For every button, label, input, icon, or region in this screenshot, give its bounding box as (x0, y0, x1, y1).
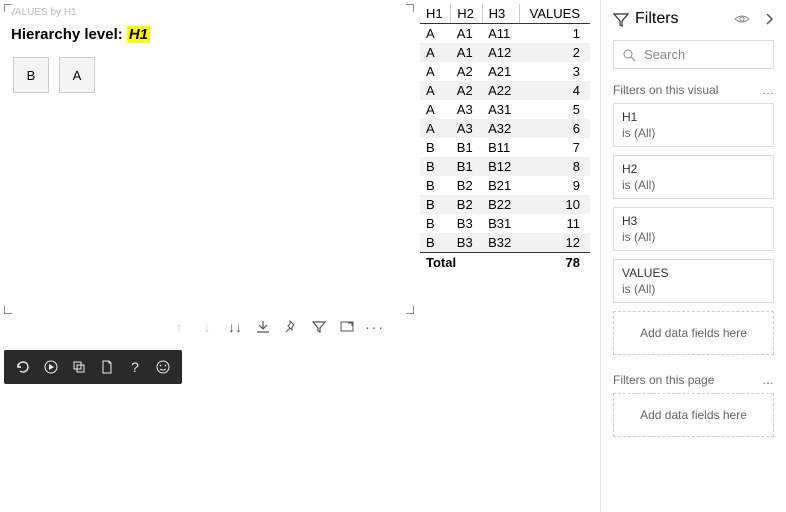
table-row[interactable]: BB3B3212 (420, 233, 590, 253)
section-page-more[interactable]: … (762, 373, 774, 387)
section-visual-title: Filters on this visual (613, 83, 718, 97)
add-fields-visual[interactable]: Add data fields here (613, 311, 774, 355)
table-row[interactable]: AA2A213 (420, 62, 590, 81)
search-icon (622, 48, 636, 62)
visual-title: VALUES by H1 (5, 5, 413, 18)
table-row[interactable]: BB1B117 (420, 138, 590, 157)
search-placeholder: Search (644, 47, 685, 62)
hierarchy-label: Hierarchy level: H1 (5, 18, 413, 57)
table-row[interactable]: AA3A315 (420, 100, 590, 119)
data-table-area: H1H2H3VALUES AA1A111AA1A122AA2A213AA2A22… (420, 0, 600, 512)
table-row[interactable]: BB2B2210 (420, 195, 590, 214)
col-h1[interactable]: H1 (420, 4, 451, 24)
table-row[interactable]: AA2A224 (420, 81, 590, 100)
visual-toolbar: ↑ ↓ ↓↓ ··· (170, 318, 384, 336)
visual-frame[interactable]: VALUES by H1 Hierarchy level: H1 B A (4, 4, 414, 314)
filters-pane: Filters Search Filters on this visual … … (600, 0, 786, 512)
col-h3[interactable]: H3 (482, 4, 519, 24)
filters-title: Filters (635, 10, 679, 28)
filter-icon[interactable] (310, 318, 328, 336)
hierarchy-button-a[interactable]: A (59, 57, 95, 93)
table-row[interactable]: BB1B128 (420, 157, 590, 176)
hierarchy-value: H1 (127, 26, 150, 43)
table-row[interactable]: BB3B3111 (420, 214, 590, 233)
resize-handle-tl[interactable] (4, 4, 12, 12)
collapse-icon[interactable] (764, 12, 774, 26)
hierarchy-buttons: B A (5, 57, 413, 93)
report-canvas: VALUES by H1 Hierarchy level: H1 B A ↑ ↓… (0, 0, 420, 512)
search-input[interactable]: Search (613, 40, 774, 69)
eye-icon[interactable] (734, 13, 750, 25)
resize-handle-br[interactable] (406, 306, 414, 314)
filter-card-values[interactable]: VALUESis (All) (613, 259, 774, 303)
hierarchy-prefix: Hierarchy level: (11, 26, 127, 43)
resize-handle-tr[interactable] (406, 4, 414, 12)
expand-all-icon[interactable] (254, 318, 272, 336)
add-fields-page[interactable]: Add data fields here (613, 393, 774, 437)
data-table: H1H2H3VALUES AA1A111AA1A122AA2A213AA2A22… (420, 4, 590, 272)
expand-down-icon[interactable]: ↓↓ (226, 318, 244, 336)
new-page-icon[interactable] (96, 356, 118, 378)
embed-toolbar: ? (4, 350, 182, 384)
resize-handle-bl[interactable] (4, 306, 12, 314)
focus-mode-icon[interactable] (338, 318, 356, 336)
pin-icon[interactable] (282, 318, 300, 336)
help-icon[interactable]: ? (124, 356, 146, 378)
hierarchy-button-b[interactable]: B (13, 57, 49, 93)
col-h2[interactable]: H2 (451, 4, 482, 24)
col-values[interactable]: VALUES (519, 4, 590, 24)
filter-card-h3[interactable]: H3is (All) (613, 207, 774, 251)
drill-up-icon[interactable]: ↑ (170, 318, 188, 336)
drill-down-icon[interactable]: ↓ (198, 318, 216, 336)
refresh-icon[interactable] (12, 356, 34, 378)
table-total-row: Total78 (420, 253, 590, 273)
feedback-icon[interactable] (152, 356, 174, 378)
funnel-icon (613, 12, 627, 26)
section-visual-more[interactable]: … (762, 83, 774, 97)
copy-icon[interactable] (68, 356, 90, 378)
table-row[interactable]: AA1A111 (420, 24, 590, 44)
filter-card-h1[interactable]: H1is (All) (613, 103, 774, 147)
play-icon[interactable] (40, 356, 62, 378)
table-row[interactable]: AA1A122 (420, 43, 590, 62)
table-row[interactable]: AA3A326 (420, 119, 590, 138)
more-options-icon[interactable]: ··· (366, 318, 384, 336)
table-row[interactable]: BB2B219 (420, 176, 590, 195)
filter-card-h2[interactable]: H2is (All) (613, 155, 774, 199)
section-page-title: Filters on this page (613, 373, 714, 387)
